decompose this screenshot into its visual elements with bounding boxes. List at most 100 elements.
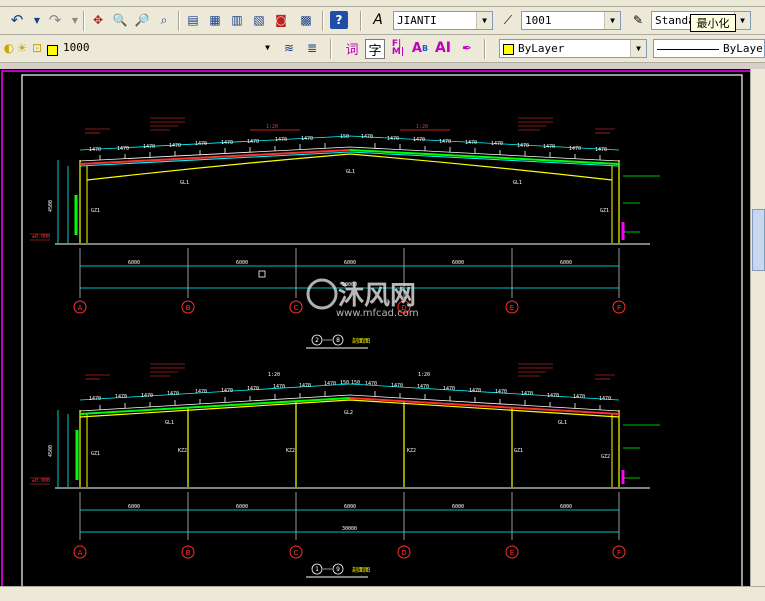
purlin-dim: 1470 bbox=[599, 396, 611, 402]
purlin-dim: 1470 bbox=[167, 391, 179, 397]
purlin-dim: 1470 bbox=[117, 146, 129, 152]
linetype-combo[interactable]: ByLayer bbox=[653, 39, 765, 58]
purlin-dim: 1470 bbox=[324, 381, 336, 387]
chevron-down-icon[interactable]: ▼ bbox=[734, 12, 750, 29]
elev-label: ±0.000 bbox=[32, 478, 50, 484]
beam-label: GL1 bbox=[513, 180, 522, 186]
markup-icon[interactable]: ◙ bbox=[272, 11, 290, 29]
purlin-dim: 1470 bbox=[413, 137, 425, 143]
word-tool-icon[interactable]: 词 bbox=[343, 39, 361, 58]
ridge-dim: 150 bbox=[340, 134, 349, 140]
purlin-dim: 1470 bbox=[465, 140, 477, 146]
purlin-dim: 1470 bbox=[141, 393, 153, 399]
layer-combo[interactable]: 1000 ▼ bbox=[60, 39, 275, 58]
undo-icon[interactable]: ↶ bbox=[8, 11, 26, 29]
purlin-dim: 1470 bbox=[365, 381, 377, 387]
bay-dim: 6000 bbox=[344, 504, 356, 510]
undo-dropdown-icon[interactable]: ▼ bbox=[28, 11, 46, 29]
purlin-dim: 1470 bbox=[299, 383, 311, 389]
col-label: KZ2 bbox=[407, 448, 416, 454]
text-style-icon[interactable]: A bbox=[369, 11, 387, 29]
table-style-icon[interactable]: ✎ bbox=[629, 11, 647, 29]
slope-label: 1:20 bbox=[418, 372, 430, 378]
layer-lock-icon[interactable]: ⊡ bbox=[28, 39, 46, 57]
chevron-down-icon[interactable]: ▼ bbox=[630, 40, 646, 57]
purlin-dim: 1470 bbox=[89, 396, 101, 402]
separator bbox=[330, 39, 332, 59]
sheet-set-icon[interactable]: ▧ bbox=[250, 11, 268, 29]
dim-style-combo[interactable]: 1001 ▼ bbox=[521, 11, 621, 30]
purlin-dim: 1470 bbox=[543, 144, 555, 150]
watermark-cn: 沐风网 bbox=[338, 281, 416, 311]
bay-dim: 6000 bbox=[560, 260, 572, 266]
title-axis-start: 1 bbox=[315, 566, 319, 573]
purlin-dim: 1470 bbox=[517, 143, 529, 149]
purlin-dim: 1470 bbox=[569, 146, 581, 152]
col-label: GZ1 bbox=[514, 448, 523, 454]
purlin-dim: 1470 bbox=[221, 388, 233, 394]
layer-manager-icon[interactable]: ≋ bbox=[280, 39, 298, 57]
chevron-down-icon[interactable]: ▼ bbox=[476, 12, 492, 29]
text-style-combo[interactable]: JIANTI ▼ bbox=[393, 11, 493, 30]
beam-label: GL1 bbox=[558, 420, 567, 426]
bay-dim: 6000 bbox=[344, 260, 356, 266]
col-label: GZ1 bbox=[91, 451, 100, 457]
zoom-realtime-icon[interactable]: 🔍 bbox=[111, 11, 129, 29]
color-combo[interactable]: ByLayer ▼ bbox=[499, 39, 647, 58]
menu-bar[interactable] bbox=[0, 0, 765, 7]
vertical-scrollbar[interactable] bbox=[750, 69, 765, 600]
bay-dim: 6000 bbox=[452, 260, 464, 266]
brush-tool-icon[interactable]: ✒ bbox=[458, 39, 476, 57]
section-1-9: 1470 1470 1470 1470 1470 1470 1470 1470 … bbox=[30, 363, 660, 578]
color-value: ByLayer bbox=[518, 42, 565, 55]
properties-icon[interactable]: ▤ bbox=[184, 11, 202, 29]
col-label: GZ2 bbox=[601, 454, 610, 460]
text-style-value: JIANTI bbox=[397, 14, 437, 27]
zoom-previous-icon[interactable]: ⌕ bbox=[155, 11, 173, 29]
calculator-icon[interactable]: ▩ bbox=[297, 11, 315, 29]
watermark-url: www.mfcad.com bbox=[336, 308, 419, 319]
elev-label: ±0.000 bbox=[32, 234, 50, 240]
horizontal-scrollbar[interactable] bbox=[0, 586, 765, 601]
chevron-down-icon[interactable]: ▼ bbox=[604, 12, 620, 29]
zoom-window-icon[interactable]: 🔎 bbox=[133, 11, 151, 29]
layer-previous-icon[interactable]: ≣ bbox=[303, 39, 321, 57]
purlin-dim: 1470 bbox=[221, 140, 233, 146]
ab-tool-icon[interactable]: AB bbox=[411, 39, 429, 57]
col-label: KZ2 bbox=[286, 448, 295, 454]
purlin-dim: 1470 bbox=[247, 386, 259, 392]
purlin-dim: 1470 bbox=[439, 139, 451, 145]
fraction-tool-icon[interactable]: F| M| bbox=[389, 39, 407, 57]
col-label: GZ1 bbox=[600, 208, 609, 214]
purlin-dim: 1470 bbox=[491, 141, 503, 147]
ai-tool-icon[interactable]: AI bbox=[434, 39, 452, 57]
purlin-dim: 1470 bbox=[275, 137, 287, 143]
chevron-down-icon[interactable]: ▼ bbox=[260, 39, 275, 56]
dim-style-icon[interactable]: ⟋ bbox=[499, 11, 517, 29]
redo-dropdown-icon[interactable]: ▼ bbox=[66, 11, 84, 29]
purlin-dim: 1470 bbox=[443, 386, 455, 392]
drawing-canvas[interactable]: 1470 1470 1470 1470 1470 1470 1470 1470 … bbox=[0, 69, 765, 600]
axis-label: E bbox=[510, 549, 514, 557]
standard-toolbar: ↶ ▼ ↷ ▼ ✥ 🔍 🔎 ⌕ ▤ ▦ ▥ ▧ ◙ ▩ ? A JIANTI ▼… bbox=[0, 7, 765, 35]
height-dim: 4500 bbox=[48, 445, 54, 457]
bay-dim: 6000 bbox=[128, 260, 140, 266]
purlin-dim: 1470 bbox=[143, 144, 155, 150]
scroll-thumb[interactable] bbox=[752, 209, 765, 271]
design-center-icon[interactable]: ▦ bbox=[206, 11, 224, 29]
axis-label: A bbox=[78, 304, 83, 312]
separator bbox=[322, 11, 324, 31]
redo-icon[interactable]: ↷ bbox=[46, 11, 64, 29]
color-swatch bbox=[503, 43, 514, 55]
help-icon[interactable]: ? bbox=[330, 11, 348, 29]
char-tool-icon[interactable]: 字 bbox=[365, 39, 385, 59]
purlin-dim: 1470 bbox=[169, 143, 181, 149]
axis-label: F bbox=[617, 549, 621, 557]
tool-palettes-icon[interactable]: ▥ bbox=[228, 11, 246, 29]
purlin-dim: 1470 bbox=[115, 394, 127, 400]
layer-value: 1000 bbox=[63, 41, 90, 54]
purlin-dim: 1470 bbox=[195, 389, 207, 395]
pan-realtime-icon[interactable]: ✥ bbox=[89, 11, 107, 29]
slope-label: 1:20 bbox=[268, 372, 280, 378]
separator bbox=[178, 11, 180, 31]
